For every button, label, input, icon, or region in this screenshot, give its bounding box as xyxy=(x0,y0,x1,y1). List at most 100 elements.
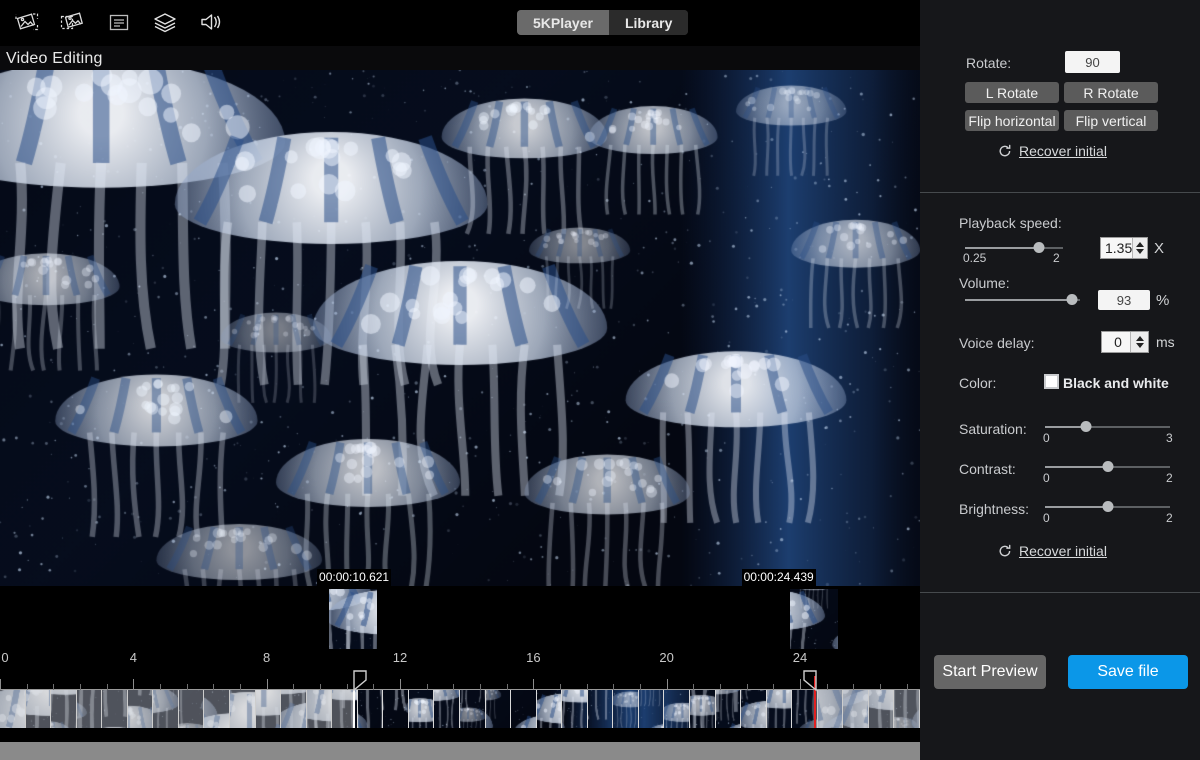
start-preview-button[interactable]: Start Preview xyxy=(934,655,1046,689)
slider-knob[interactable] xyxy=(1102,461,1113,472)
out-point-marker[interactable] xyxy=(800,670,818,692)
saturation-slider[interactable] xyxy=(1045,420,1170,434)
slider-knob[interactable] xyxy=(1102,501,1113,512)
voice-delay-spinner[interactable]: 0 xyxy=(1101,331,1149,353)
brightness-label: Brightness: xyxy=(959,501,1030,517)
editing-side-panel: Rotate: 90 L Rotate R Rotate Flip horizo… xyxy=(920,0,1200,760)
filmstrip-frame[interactable] xyxy=(613,690,639,728)
selection-start-handle[interactable] xyxy=(353,690,356,728)
brightness-slider[interactable] xyxy=(1045,500,1170,514)
crop-image-icon[interactable] xyxy=(4,6,50,38)
filmstrip-frame[interactable] xyxy=(25,690,52,728)
voice-delay-value: 0 xyxy=(1114,334,1122,350)
slider-fill xyxy=(965,299,1072,301)
volume-slider[interactable] xyxy=(965,293,1080,307)
filmstrip-frame[interactable] xyxy=(102,690,128,728)
slider-fill xyxy=(965,247,1040,249)
filmstrip-frame[interactable] xyxy=(511,690,537,728)
recover-initial-rotate-button[interactable]: Recover initial xyxy=(998,143,1107,159)
slider-knob[interactable] xyxy=(1066,294,1078,305)
spinner-up-icon[interactable] xyxy=(1136,242,1145,247)
filmstrip-frame[interactable] xyxy=(638,690,665,728)
filmstrip-frame[interactable] xyxy=(690,690,716,728)
filmstrip-frame[interactable] xyxy=(741,690,767,728)
filmstrip-frame[interactable] xyxy=(664,690,690,728)
layers-icon[interactable] xyxy=(142,6,188,38)
filmstrip[interactable] xyxy=(0,690,920,728)
saturation-min: 0 xyxy=(1043,431,1050,445)
filmstrip-frame[interactable] xyxy=(178,690,205,728)
filmstrip-frame[interactable] xyxy=(281,690,307,728)
spinner-up-icon[interactable] xyxy=(1135,336,1144,341)
saturation-max: 3 xyxy=(1166,431,1173,445)
timeline[interactable]: 0 4 8 12 16 20 24 xyxy=(0,586,920,760)
slider-knob[interactable] xyxy=(1080,421,1092,432)
ruler-tick-label: 24 xyxy=(792,650,808,665)
filmstrip-frame[interactable] xyxy=(357,690,384,728)
ruler-tick-label: 4 xyxy=(129,650,137,665)
filmstrip-frame[interactable] xyxy=(843,690,869,728)
contrast-label: Contrast: xyxy=(959,461,1016,477)
filmstrip-frame[interactable] xyxy=(0,690,26,728)
filmstrip-frame[interactable] xyxy=(383,690,409,728)
r-rotate-button[interactable]: R Rotate xyxy=(1064,82,1158,103)
filmstrip-frame[interactable] xyxy=(460,690,486,728)
filmstrip-frame[interactable] xyxy=(76,690,103,728)
slider-fill xyxy=(1045,466,1108,468)
spinner-arrows-delay[interactable] xyxy=(1130,332,1148,352)
filmstrip-frame[interactable] xyxy=(127,690,154,728)
spinner-arrows-speed[interactable] xyxy=(1132,238,1147,258)
filmstrip-frame[interactable] xyxy=(204,690,230,728)
slider-knob[interactable] xyxy=(1033,242,1045,253)
playback-speed-min: 0.25 xyxy=(963,251,987,265)
timeline-ruler[interactable]: 0 4 8 12 16 20 24 xyxy=(0,650,920,690)
flip-horizontal-button[interactable]: Flip horizontal xyxy=(965,110,1059,131)
ruler-tick-label: 8 xyxy=(263,650,271,665)
save-file-button[interactable]: Save file xyxy=(1068,655,1188,689)
flip-vertical-button[interactable]: Flip vertical xyxy=(1064,110,1158,131)
refresh-icon xyxy=(999,544,1011,557)
ruler-tick-label: 20 xyxy=(659,650,674,665)
filmstrip-frame[interactable] xyxy=(817,690,844,728)
volume-icon[interactable] xyxy=(188,6,234,38)
ruler-tick-major xyxy=(266,679,268,690)
filmstrip-frame[interactable] xyxy=(306,690,333,728)
tab-library[interactable]: Library xyxy=(608,10,689,35)
filmstrip-frame[interactable] xyxy=(408,690,435,728)
subtitle-icon[interactable] xyxy=(96,6,142,38)
filmstrip-frame[interactable] xyxy=(434,690,460,728)
video-preview[interactable] xyxy=(0,70,920,586)
filmstrip-frame[interactable] xyxy=(715,690,742,728)
top-toolbar: 5KPlayer Library xyxy=(0,0,920,46)
recover-initial-color-button[interactable]: Recover initial xyxy=(998,543,1107,559)
contrast-slider[interactable] xyxy=(1045,460,1170,474)
app-root: 5KPlayer Library Video Editing 00:00:10.… xyxy=(0,0,1200,760)
filmstrip-frame[interactable] xyxy=(485,690,512,728)
filmstrip-frame[interactable] xyxy=(587,690,614,728)
selection-end-thumbnail xyxy=(789,589,838,649)
filmstrip-frame[interactable] xyxy=(51,690,77,728)
filmstrip-frame[interactable] xyxy=(255,690,282,728)
volume-value-field[interactable]: 93 xyxy=(1098,290,1150,310)
filmstrip-frame[interactable] xyxy=(562,690,588,728)
black-and-white-checkbox[interactable] xyxy=(1044,374,1059,389)
rotate-image-icon[interactable] xyxy=(50,6,96,38)
spinner-down-icon[interactable] xyxy=(1135,343,1144,348)
playback-speed-spinner[interactable]: 1.35 xyxy=(1100,237,1148,259)
in-point-marker[interactable] xyxy=(352,670,370,692)
l-rotate-button[interactable]: L Rotate xyxy=(965,82,1059,103)
volume-unit: % xyxy=(1156,292,1170,309)
filmstrip-frame[interactable] xyxy=(868,690,895,728)
ruler-tick-major xyxy=(400,679,401,690)
filmstrip-frame[interactable] xyxy=(230,690,256,728)
spinner-down-icon[interactable] xyxy=(1136,249,1145,254)
ruler-tick-label: 0 xyxy=(1,650,9,665)
filmstrip-frame[interactable] xyxy=(766,690,793,728)
rotate-value-field[interactable]: 90 xyxy=(1065,51,1120,73)
tab-5kplayer[interactable]: 5KPlayer xyxy=(517,10,609,35)
ruler-tick-major xyxy=(0,679,1,690)
filmstrip-frame[interactable] xyxy=(536,690,563,728)
filmstrip-frame[interactable] xyxy=(894,690,920,728)
filmstrip-frame[interactable] xyxy=(153,690,179,728)
timeline-horizontal-scrollbar[interactable] xyxy=(0,742,920,760)
